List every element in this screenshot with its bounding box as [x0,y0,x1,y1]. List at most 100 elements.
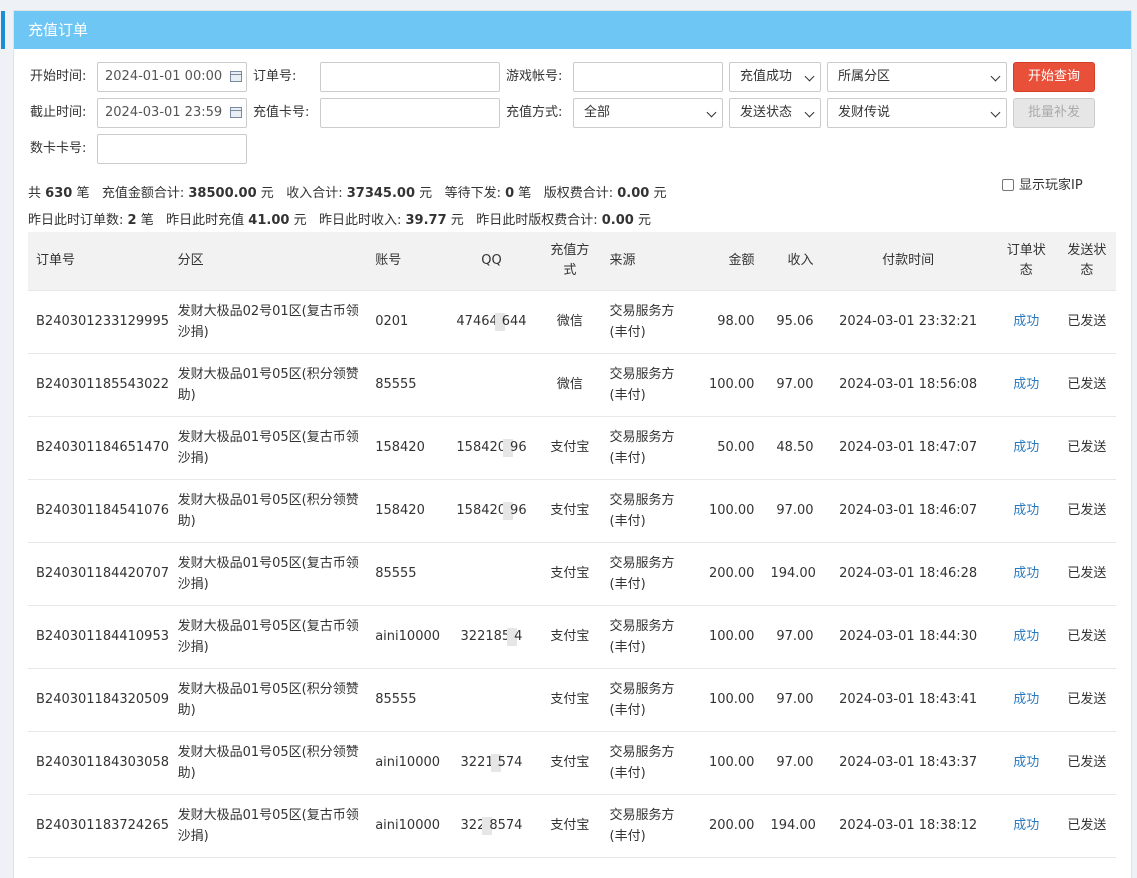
recharge-status-value: 充值成功 [740,69,793,84]
qq-part-2: 96 [510,503,527,518]
qq-part-1: 47464 [456,314,498,329]
order-no-input[interactable] [320,62,500,92]
cell-order-status[interactable]: 成功 [994,352,1058,416]
cell-source: 交易服务方 [601,856,700,878]
cell-account: aini10000 [367,730,445,794]
cell-qq [444,856,539,878]
cell-account: 85555 [367,352,445,416]
recharge-method-value: 全部 [584,105,611,120]
amount-value: 38500.00 [188,186,257,201]
cell-send-status: 已发送 [1057,352,1116,416]
cell-method: 支付宝 [538,478,602,542]
cell-source: 交易服务方(丰付) [601,730,700,794]
send-status-select[interactable]: 发送状态 [729,98,821,128]
start-time-input[interactable]: 2024-01-01 00:00 [97,62,247,92]
cell-send-status: 已发送 [1057,667,1116,731]
cell-income: 97.00 [762,667,822,731]
table-row: B240301185543022 发财大极品01号05区(积分领赞助) 85555 微… [28,352,1116,416]
cell-method: 微信 [538,289,602,353]
cell-order-status[interactable]: 成功 [994,793,1058,857]
cell-order-status[interactable]: 成功 [994,604,1058,668]
cell-source: 交易服务方(丰付) [601,541,700,605]
digital-card-input[interactable] [97,134,247,164]
cell-account: 158420 [367,415,445,479]
yesterday-orders-unit: 笔 [140,213,154,228]
cell-order-no: B240301184320509 [28,667,170,731]
end-time-input[interactable]: 2024-03-01 23:59 [97,98,247,128]
cell-zone: 发财大极品01号05区(复古币领沙捐) [169,604,368,668]
cell-qq: 322 8574 [444,793,539,857]
col-amount: 金额 [728,252,755,268]
chevron-down-icon [804,71,815,82]
game-value: 发财传说 [838,105,891,120]
card-no-input[interactable] [320,98,500,128]
cell-zone: 发财大极品01号05区(积分领 [169,856,368,878]
order-no-label: 订单号: [253,69,297,84]
cell-amount: 200.00 [699,793,763,857]
cell-amount: 200.00 [699,541,763,605]
cell-pay-time: 2024-03-01 18:43:37 [821,730,995,794]
summary-line-2: 昨日此时订单数: 2 笔 昨日此时充值 41.00 元 昨日此时收入: 39.7… [28,209,651,228]
total-count: 630 [45,186,73,201]
cell-account: 0201 [367,289,445,353]
cell-method: 支付宝 [538,793,602,857]
cell-order-status[interactable]: 成功 [994,667,1058,731]
calendar-icon[interactable] [230,71,242,82]
cell-amount: 100.00 [699,352,763,416]
end-time-value: 2024-03-01 23:59 [105,105,223,120]
cell-pay-time: 2024-03-01 18:43:41 [821,667,995,731]
cell-source: 交易服务方(丰付) [601,604,700,668]
yesterday-income-label: 昨日此时收入: [318,213,402,228]
yesterday-royalty-label: 昨日此时版权费合计: [476,213,598,228]
col-order-status: 订单状态 [1006,242,1046,278]
zone-value: 所属分区 [838,69,891,84]
cell-order-status[interactable]: 成功 [994,415,1058,479]
yesterday-income-value: 39.77 [405,213,447,228]
cell-order-status[interactable] [994,856,1058,878]
send-status-value: 发送状态 [740,105,793,120]
cell-zone: 发财大极品01号05区(积分领赞助) [169,730,368,794]
start-query-button[interactable]: 开始查询 [1013,62,1095,92]
cell-order-no: B240301184410953 [28,604,170,668]
table-row: B240301184541076 发财大极品01号05区(积分领赞助) 158420… [28,478,1116,542]
cell-zone: 发财大极品01号05区(复古币领沙捐) [169,415,368,479]
yesterday-amount-label: 昨日此时充值 [166,213,245,228]
table-row: B240301184651470 发财大极品01号05区(复古币领沙捐) 15842… [28,415,1116,479]
cell-order-no: B240301233129995 [28,289,170,353]
calendar-icon[interactable] [230,107,242,118]
cell-order-status[interactable]: 成功 [994,730,1058,794]
game-account-input[interactable] [573,62,723,92]
cell-send-status: 已发送 [1057,730,1116,794]
game-select[interactable]: 发财传说 [827,98,1007,128]
royalty-value: 0.00 [617,186,650,201]
cell-order-no: B240301184303058 [28,730,170,794]
cell-source: 交易服务方(丰付) [601,478,700,542]
cell-account: 85555 [367,541,445,605]
show-ip-label: 显示玩家IP [1019,178,1083,193]
cell-source: 交易服务方(丰付) [601,793,700,857]
recharge-method-select[interactable]: 全部 [573,98,723,128]
total-unit: 笔 [76,186,90,201]
chevron-down-icon [990,107,1001,118]
yesterday-orders-value: 2 [127,213,137,228]
zone-select[interactable]: 所属分区 [827,62,1007,92]
col-zone: 分区 [177,252,204,268]
cell-income [762,856,822,878]
cell-method: 支付宝 [538,541,602,605]
show-player-ip-checkbox[interactable]: 显示玩家IP [1002,174,1083,193]
cell-order-status[interactable]: 成功 [994,541,1058,605]
cell-order-status[interactable]: 成功 [994,289,1058,353]
cell-amount: 100.00 [699,478,763,542]
cell-zone: 发财大极品02号01区(复古币领沙捐) [169,289,368,353]
cell-pay-time [821,856,995,878]
checkbox-icon[interactable] [1002,179,1014,191]
cell-order-status[interactable]: 成功 [994,478,1058,542]
cell-income: 194.00 [762,541,822,605]
header-accent [1,11,5,49]
col-account: 账号 [375,252,402,268]
cell-send-status: 已发送 [1057,541,1116,605]
cell-qq: 158420 96 [444,478,539,542]
col-source: 来源 [609,252,636,268]
recharge-status-select[interactable]: 充值成功 [729,62,821,92]
batch-resend-button[interactable]: 批量补发 [1013,98,1095,128]
